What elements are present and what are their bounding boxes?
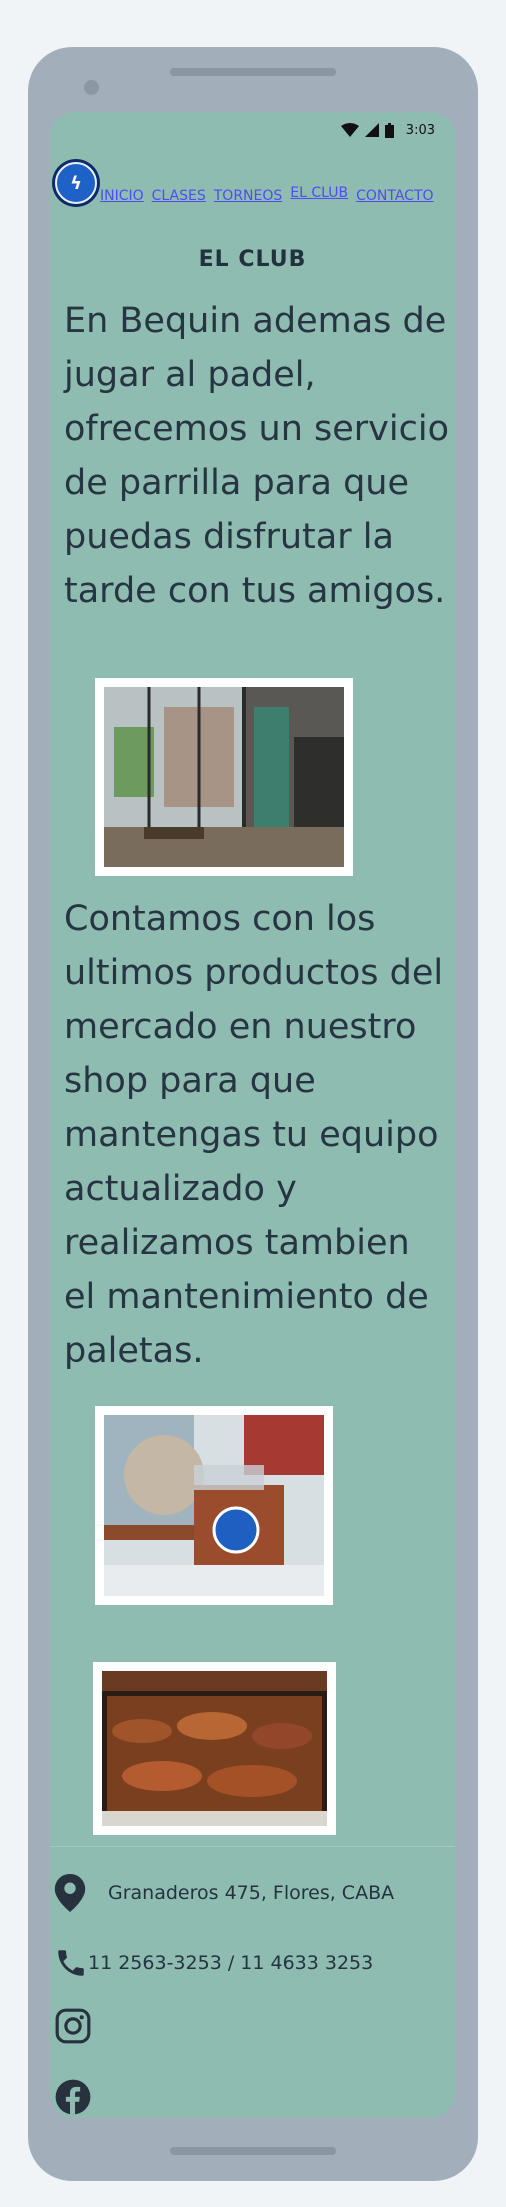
app-screen: 3:03 ϟ INICIO CLASES TORNEOS EL CLUB CON…: [50, 112, 455, 2118]
nav-item-el-club[interactable]: EL CLUB: [290, 185, 348, 201]
lightning-bolt-icon: ϟ: [55, 162, 97, 204]
nav-item-clases[interactable]: CLASES: [152, 188, 206, 204]
facebook-link[interactable]: [54, 2078, 92, 2116]
status-time: 3:03: [405, 122, 435, 138]
club-logo[interactable]: ϟ: [52, 159, 100, 207]
status-bar: 3:03: [340, 118, 435, 142]
instagram-link[interactable]: [54, 2007, 92, 2045]
shop-counter-photo: [95, 1406, 333, 1605]
nav-item-contacto[interactable]: CONTACTO: [356, 188, 433, 204]
shop-paragraph: Contamos con los ultimos productos del m…: [64, 899, 444, 1371]
speaker-grille: [170, 68, 336, 76]
map-pin-icon: [54, 1874, 86, 1912]
phone-icon: [58, 1950, 84, 1976]
address-text: Granaderos 475, Flores, CABA: [108, 1882, 395, 1904]
address-row: Granaderos 475, Flores, CABA: [54, 1874, 394, 1912]
instagram-icon: [55, 2008, 91, 2044]
signal-icon: [364, 123, 379, 137]
front-camera: [84, 80, 99, 95]
nav-item-inicio[interactable]: INICIO: [100, 188, 144, 204]
club-lounge-photo: [95, 678, 353, 876]
grill-photo: [93, 1662, 336, 1835]
home-indicator[interactable]: [170, 2147, 336, 2155]
wifi-icon: [340, 123, 359, 137]
phone-row[interactable]: 11 2563-3253 / 11 4633 3253: [54, 1946, 373, 1980]
nav-item-torneos[interactable]: TORNEOS: [214, 188, 283, 204]
facebook-icon: [55, 2079, 91, 2115]
intro-paragraph: En Bequin ademas de jugar al padel, ofre…: [64, 301, 449, 611]
main-nav: INICIO CLASES TORNEOS EL CLUB CONTACTO: [100, 185, 434, 204]
page-title: EL CLUB: [198, 247, 307, 272]
footer-divider: [50, 1846, 455, 1847]
battery-icon: [384, 122, 394, 138]
phone-text: 11 2563-3253 / 11 4633 3253: [88, 1952, 374, 1974]
